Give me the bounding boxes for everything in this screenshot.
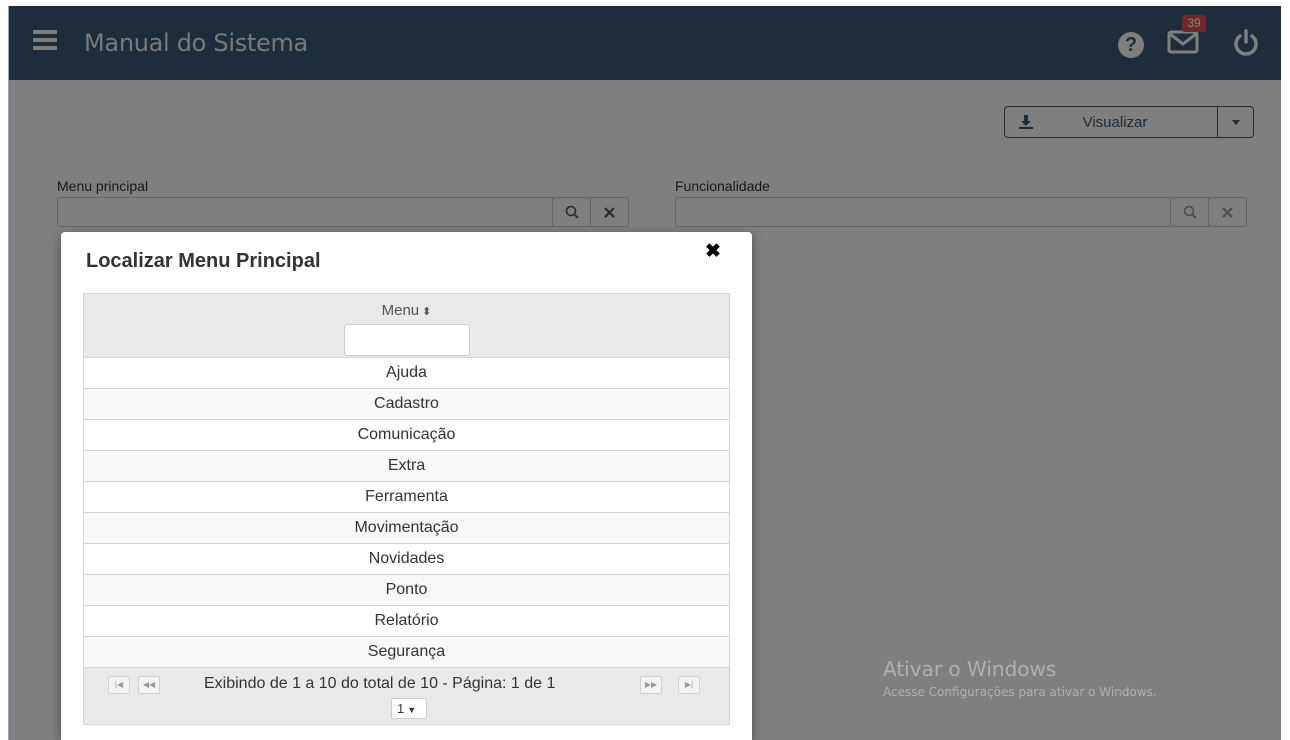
dialog-title: Localizar Menu Principal <box>86 250 321 272</box>
page-size-select[interactable]: 1 ▼ <box>391 698 427 719</box>
first-page-icon[interactable]: |◀ <box>108 676 130 694</box>
table-row[interactable]: Movimentação <box>84 513 729 544</box>
app-window: Manual do Sistema ? 39 Visu <box>8 6 1281 740</box>
next-page-icon[interactable]: ▶▶ <box>640 676 662 694</box>
grid-pager: |◀ ◀◀ Exibindo de 1 a 10 do total de 10 … <box>84 668 729 724</box>
table-row[interactable]: Segurança <box>84 637 729 668</box>
watermark-title: Ativar o Windows <box>883 657 1057 681</box>
table-row[interactable]: Relatório <box>84 606 729 637</box>
table-row[interactable]: Ponto <box>84 575 729 606</box>
menu-column-header[interactable]: Menu ⬍ <box>84 294 729 319</box>
windows-activation-watermark: Ativar o Windows Acesse Configurações pa… <box>883 657 1157 699</box>
table-row[interactable]: Ajuda <box>84 358 729 389</box>
grid-header: Menu ⬍ <box>84 294 729 358</box>
localizar-menu-dialog: Localizar Menu Principal ✖ Menu ⬍ Ajuda C… <box>61 232 752 740</box>
watermark-subtitle: Acesse Configurações para ativar o Windo… <box>883 685 1157 699</box>
table-row[interactable]: Comunicação <box>84 420 729 451</box>
close-icon[interactable]: ✖ <box>705 240 721 263</box>
table-row[interactable]: Novidades <box>84 544 729 575</box>
table-row[interactable]: Ferramenta <box>84 482 729 513</box>
sort-icon: ⬍ <box>422 306 432 318</box>
page-size-value: 1 <box>397 701 405 716</box>
table-row[interactable]: Extra <box>84 451 729 482</box>
table-row[interactable]: Cadastro <box>84 389 729 420</box>
prev-page-icon[interactable]: ◀◀ <box>138 676 160 694</box>
last-page-icon[interactable]: ▶| <box>678 676 700 694</box>
pager-info: Exibindo de 1 a 10 do total de 10 - Pági… <box>204 675 556 692</box>
menu-grid: Menu ⬍ Ajuda Cadastro Comunicação Extra F… <box>83 293 730 725</box>
chevron-down-icon: ▼ <box>407 705 417 715</box>
menu-column-label: Menu <box>381 302 420 319</box>
menu-filter-input[interactable] <box>343 324 470 356</box>
